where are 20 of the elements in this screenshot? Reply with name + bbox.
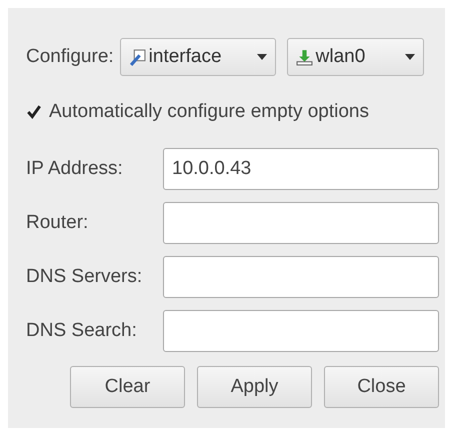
configure-label: Configure: <box>26 46 114 68</box>
field-label: IP Address: <box>26 158 124 180</box>
download-icon <box>296 48 313 66</box>
checkbox[interactable] <box>26 104 42 120</box>
input-field[interactable] <box>163 310 439 352</box>
dropdown[interactable]: interface <box>120 38 276 76</box>
checkmark-icon <box>26 104 42 120</box>
caret-icon <box>404 54 415 60</box>
caret-icon <box>256 54 267 60</box>
field-label: Router: <box>26 212 90 234</box>
input-field[interactable]: 10.0.0.43 <box>163 148 439 190</box>
field-label: DNS Search: <box>26 320 138 342</box>
field-label: DNS Servers: <box>26 266 144 288</box>
dialog-button[interactable]: Close <box>324 366 439 408</box>
input-field[interactable] <box>163 256 439 298</box>
input-field[interactable] <box>163 202 439 244</box>
dialog-button[interactable]: Apply <box>197 366 312 408</box>
dialog-button[interactable]: Clear <box>70 366 185 408</box>
dropdown[interactable]: wlan0 <box>286 38 424 76</box>
checkbox-label: Automatically configure empty options <box>49 101 369 123</box>
